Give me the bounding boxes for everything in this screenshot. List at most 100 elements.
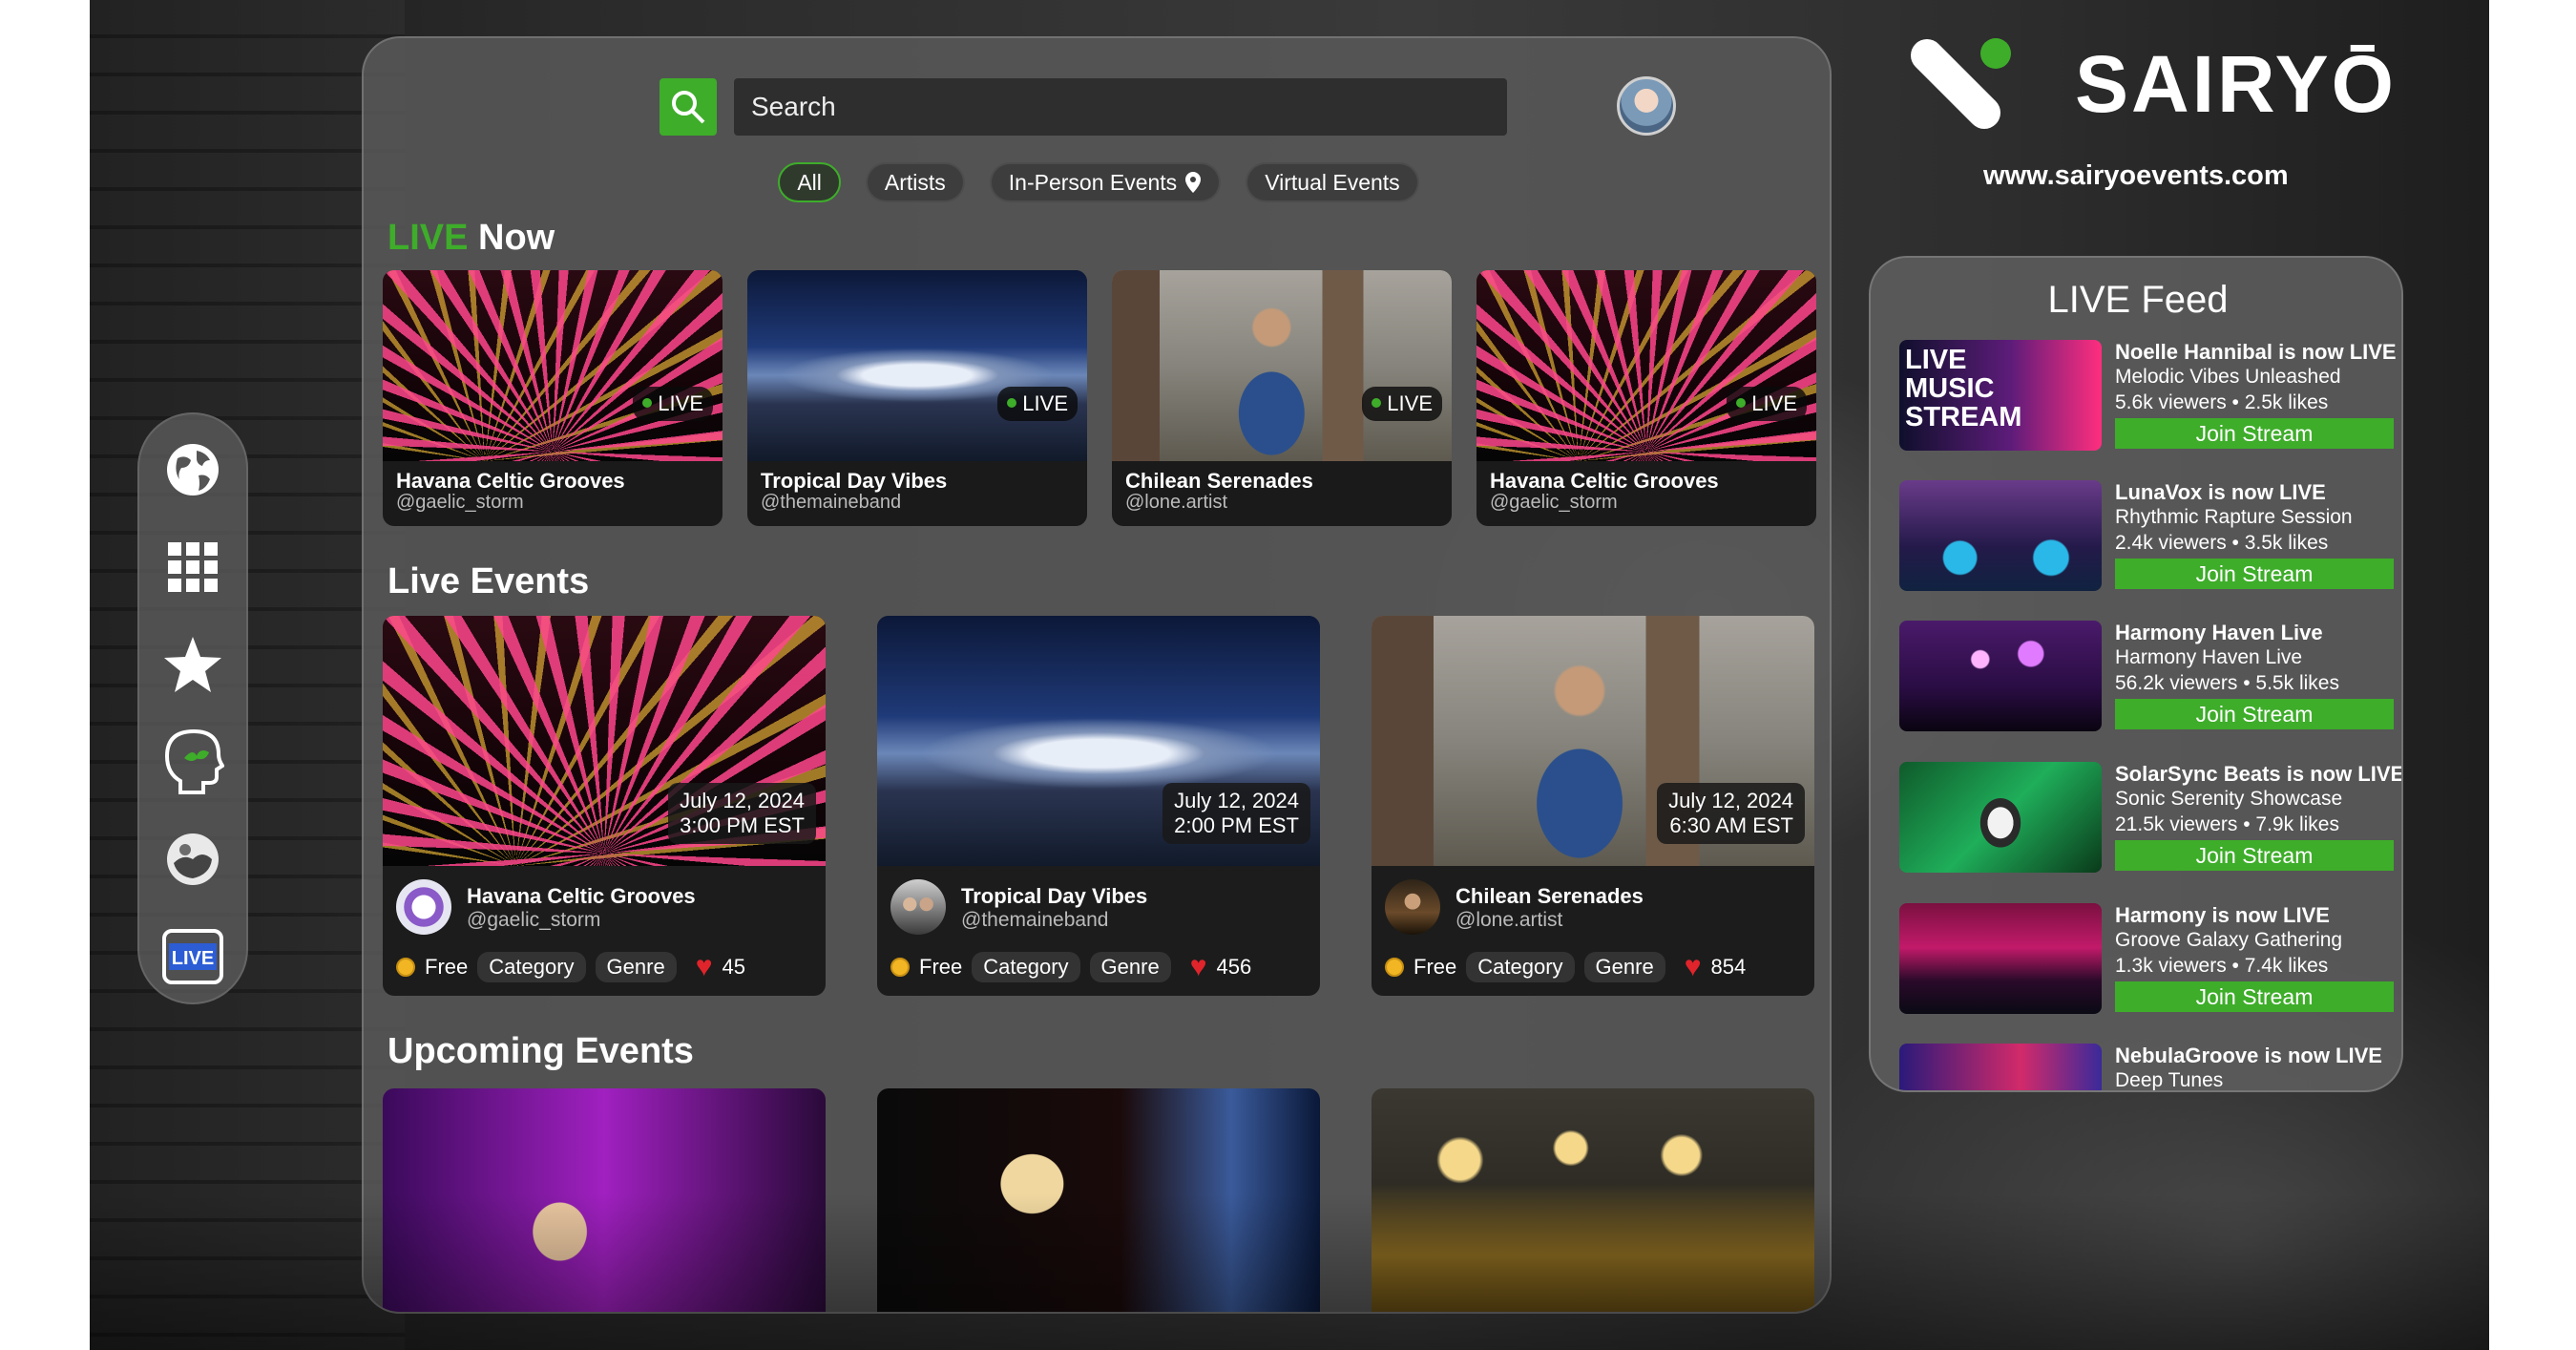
feed-thumbnail[interactable] — [1899, 480, 2102, 591]
nav-live[interactable]: LIVE — [161, 925, 224, 988]
feed-title: LIVE Feed — [2047, 279, 2229, 321]
brand-logo-icon — [1911, 38, 2011, 129]
nav-globe[interactable] — [161, 438, 224, 501]
event-time: 3:00 PM EST — [680, 813, 805, 837]
search-button[interactable] — [660, 78, 717, 136]
event-card[interactable]: July 12, 2024 2:00 PM EST Tropical Day V… — [877, 616, 1320, 996]
artist-avatar[interactable] — [396, 879, 451, 935]
genre-tag[interactable]: Genre — [1089, 952, 1171, 982]
feed-thumbnail[interactable] — [1899, 903, 2102, 1014]
filter-label: Artists — [884, 169, 946, 195]
wellness-head-icon — [164, 728, 224, 794]
live-handle: @themaineband — [761, 492, 902, 513]
feed-headline: LunaVox is now LIVE — [2115, 480, 2326, 504]
feed-show: Sonic Serenity Showcase — [2115, 788, 2343, 810]
genre-tag[interactable]: Genre — [595, 952, 677, 982]
category-tag[interactable]: Category — [972, 952, 1080, 982]
filter-label: In-Person Events — [1008, 169, 1178, 195]
event-time: 2:00 PM EST — [1174, 813, 1299, 837]
feed-stats: 2.4k viewers • 3.5k likes — [2115, 532, 2329, 554]
feed-headline: Harmony Haven Live — [2115, 621, 2323, 644]
upcoming-card[interactable] — [383, 1088, 826, 1312]
nav-wellness[interactable] — [161, 728, 224, 794]
feed-headline: SolarSync Beats is now LIVE — [2115, 762, 2403, 786]
event-name: Havana Celtic Grooves — [467, 884, 696, 908]
location-pin-icon — [1185, 172, 1202, 193]
feed-show: Rhythmic Rapture Session — [2115, 506, 2353, 528]
artist-avatar[interactable] — [890, 879, 946, 935]
live-badge: LIVE — [1362, 387, 1442, 421]
event-meta: Free Category Genre ♥ 854 — [1385, 952, 1746, 982]
heart-icon[interactable]: ♥ — [1685, 953, 1702, 981]
feed-thumbnail[interactable]: LIVE MUSIC STREAM — [1899, 340, 2102, 451]
filter-artists[interactable]: Artists — [865, 162, 965, 202]
feed-stats: 56.2k viewers • 5.5k likes — [2115, 672, 2339, 694]
feed-thumbnail[interactable] — [1899, 1044, 2102, 1090]
event-card[interactable]: July 12, 2024 6:30 AM EST Chilean Serena… — [1372, 616, 1814, 996]
genre-tag[interactable]: Genre — [1583, 952, 1665, 982]
background-room: LIVE Search All Artists In-Person Events… — [90, 0, 2489, 1350]
join-stream-button[interactable]: Join Stream — [2115, 418, 2394, 449]
event-meta: Free Category Genre ♥ 456 — [890, 952, 1251, 982]
feed-stats: 21.5k viewers • 7.9k likes — [2115, 813, 2339, 835]
feed-item: LunaVox is now LIVE Rhythmic Rapture Ses… — [1899, 480, 2396, 593]
filter-all[interactable]: All — [778, 162, 841, 202]
live-card[interactable]: LIVE Chilean Serenades @lone.artist — [1112, 270, 1452, 526]
nav-world[interactable] — [161, 828, 224, 891]
filter-label: Virtual Events — [1265, 169, 1400, 195]
feed-show: Harmony Haven Live — [2115, 646, 2303, 668]
live-badge: LIVE — [1727, 387, 1807, 421]
feed-item: SolarSync Beats is now LIVE Sonic Sereni… — [1899, 762, 2401, 875]
search-input[interactable]: Search — [734, 78, 1507, 136]
filter-in-person[interactable]: In-Person Events — [989, 162, 1222, 202]
brand-url[interactable]: www.sairyoevents.com — [1983, 160, 2289, 192]
event-time: 6:30 AM EST — [1669, 813, 1793, 837]
live-icon: LIVE — [162, 929, 223, 984]
upcoming-card[interactable] — [1372, 1088, 1814, 1312]
live-now-heading-rest: Now — [468, 218, 555, 258]
live-feed-panel: LIVE Feed LIVE MUSIC STREAM Noelle Hanni… — [1869, 256, 2403, 1092]
event-name: Tropical Day Vibes — [961, 884, 1148, 908]
feed-item: Harmony Haven Live Harmony Haven Live 56… — [1899, 621, 2396, 733]
coin-icon — [1385, 958, 1404, 977]
live-title: Havana Celtic Grooves — [1490, 469, 1719, 493]
event-likes: 45 — [722, 955, 745, 979]
filter-virtual[interactable]: Virtual Events — [1246, 162, 1419, 202]
live-now-heading: LIVE Now — [387, 218, 555, 259]
star-icon — [164, 637, 221, 692]
live-title: Tropical Day Vibes — [761, 469, 948, 493]
heart-icon[interactable]: ♥ — [696, 953, 713, 981]
join-stream-button[interactable]: Join Stream — [2115, 981, 2394, 1012]
event-price: Free — [919, 955, 963, 979]
live-card[interactable]: LIVE Havana Celtic Grooves @gaelic_storm — [1476, 270, 1816, 526]
event-datetime: July 12, 2024 3:00 PM EST — [668, 783, 816, 844]
nav-grid[interactable] — [161, 536, 224, 599]
feed-item: NebulaGroove is now LIVE Deep Tunes — [1899, 1044, 2396, 1090]
user-avatar[interactable] — [1617, 76, 1676, 136]
main-panel: Search All Artists In-Person Events Virt… — [362, 36, 1832, 1314]
join-stream-button[interactable]: Join Stream — [2115, 699, 2394, 729]
live-thumbnail — [383, 270, 723, 461]
live-icon-label: LIVE — [172, 948, 214, 969]
join-stream-button[interactable]: Join Stream — [2115, 559, 2394, 589]
upcoming-card[interactable] — [877, 1088, 1320, 1312]
live-card[interactable]: LIVE Havana Celtic Grooves @gaelic_storm — [383, 270, 723, 526]
live-handle: @lone.artist — [1125, 492, 1228, 513]
artist-avatar[interactable] — [1385, 879, 1440, 935]
feed-thumbnail[interactable] — [1899, 762, 2102, 873]
grid-icon — [168, 542, 218, 592]
category-tag[interactable]: Category — [477, 952, 586, 982]
heart-icon[interactable]: ♥ — [1190, 953, 1207, 981]
event-card[interactable]: July 12, 2024 3:00 PM EST Havana Celtic … — [383, 616, 826, 996]
nav-favorites[interactable] — [161, 633, 224, 696]
join-stream-button[interactable]: Join Stream — [2115, 840, 2394, 871]
live-title: Chilean Serenades — [1125, 469, 1313, 493]
brand-name: SAIRYŌ — [2075, 39, 2397, 129]
event-likes: 456 — [1216, 955, 1252, 979]
feed-item: LIVE MUSIC STREAM Noelle Hannibal is now… — [1899, 340, 2397, 453]
live-card[interactable]: LIVE Tropical Day Vibes @themaineband — [747, 270, 1087, 526]
feed-thumbnail[interactable] — [1899, 621, 2102, 731]
category-tag[interactable]: Category — [1466, 952, 1575, 982]
live-title: Havana Celtic Grooves — [396, 469, 625, 493]
event-name: Chilean Serenades — [1456, 884, 1644, 908]
